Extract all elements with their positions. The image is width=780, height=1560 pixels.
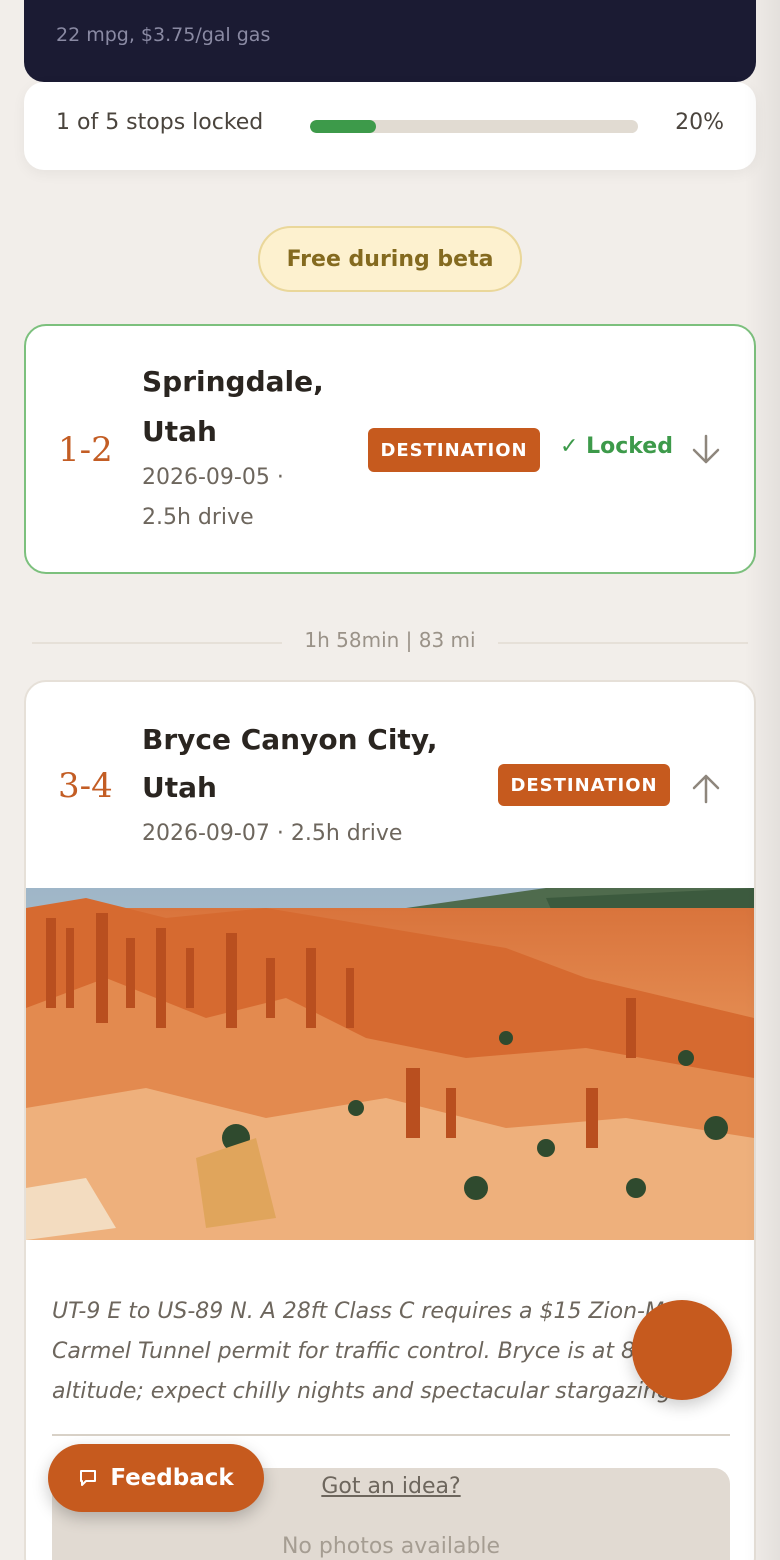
beta-badge: Free during beta: [258, 226, 522, 292]
progress-bar-fill: [310, 120, 376, 133]
trip-summary-header: 22 mpg, $3.75/gal gas: [24, 0, 756, 82]
stop-card-bryce[interactable]: 3-4 Bryce Canyon City, Utah 2026-09-07 ·…: [24, 680, 756, 1560]
divider-line-right: [498, 642, 748, 644]
stop-date: 2026-09-05 ·: [142, 465, 284, 490]
floating-action-button[interactable]: [632, 1300, 732, 1400]
arrow-up-icon[interactable]: [688, 770, 724, 806]
locked-status: ✓ Locked: [560, 434, 673, 459]
feedback-label: Feedback: [110, 1465, 234, 1491]
no-photos-message: No photos available: [281, 1534, 501, 1559]
progress-bar: [310, 120, 638, 133]
leg-divider: 1h 58min | 83 mi: [24, 618, 756, 666]
arrow-down-icon[interactable]: [688, 432, 724, 468]
stop-date-drive: 2026-09-07 · 2.5h drive: [142, 821, 403, 846]
stop-number: 1-2: [58, 430, 113, 470]
stop-title-line2: Utah: [142, 771, 217, 804]
leg-summary: 1h 58min | 83 mi: [304, 628, 476, 652]
destination-badge: DESTINATION: [498, 764, 670, 806]
destination-badge: DESTINATION: [368, 428, 540, 472]
stop-title-line1: Bryce Canyon City,: [142, 723, 438, 756]
chat-icon: [80, 1470, 97, 1486]
bryce-canyon-photo: [26, 888, 754, 1240]
vehicle-fuel-info: 22 mpg, $3.75/gal gas: [56, 24, 271, 46]
feedback-button[interactable]: Feedback: [48, 1444, 264, 1512]
stop-title-line1: Springdale,: [142, 365, 324, 398]
progress-percent: 20%: [675, 110, 724, 135]
progress-label: 1 of 5 stops locked: [56, 110, 264, 135]
stop-number: 3-4: [58, 766, 113, 806]
stop-title-line2: Utah: [142, 415, 217, 448]
stop-drive-time: 2.5h drive: [142, 505, 254, 530]
stop-card-springdale[interactable]: 1-2 Springdale, Utah 2026-09-05 · 2.5h d…: [24, 324, 756, 574]
lock-progress-card: 1 of 5 stops locked 20%: [24, 82, 756, 170]
note-divider: [52, 1434, 730, 1436]
